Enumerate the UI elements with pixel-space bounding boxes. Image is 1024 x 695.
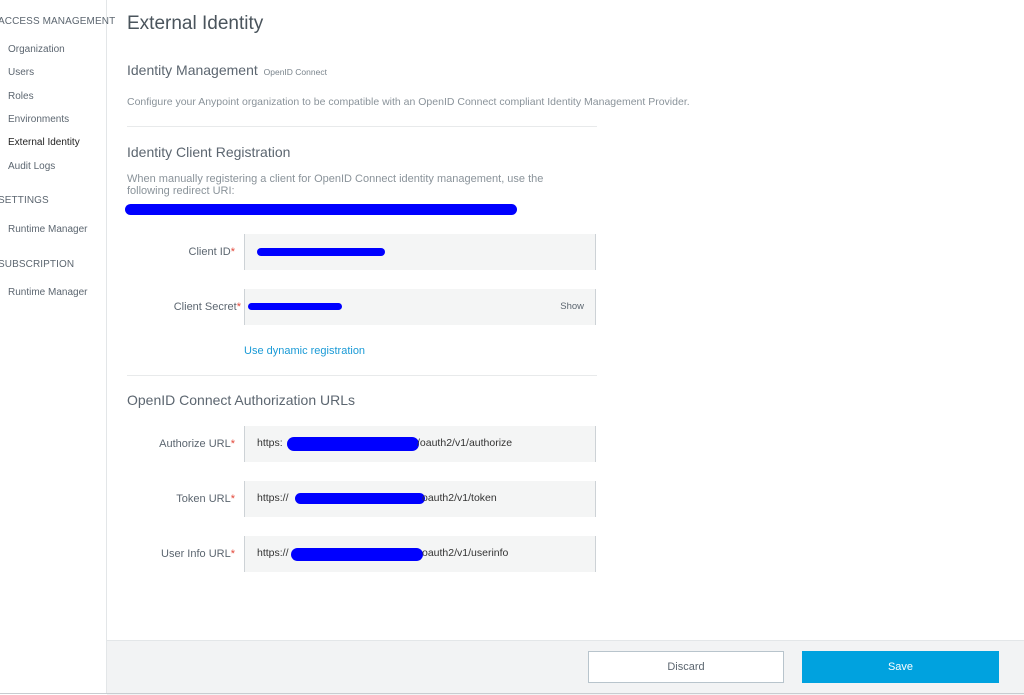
token-url-label-text: Token URL <box>176 493 231 505</box>
identity-management-subtitle: OpenID Connect <box>263 67 327 77</box>
redacted-token-host <box>295 493 425 504</box>
redacted-redirect-uri <box>125 204 517 215</box>
required-mark: * <box>236 301 241 313</box>
identity-management-description: Configure your Anypoint organization to … <box>127 96 690 108</box>
required-mark: * <box>230 246 235 258</box>
client-secret-label: Client Secret* <box>107 301 241 313</box>
userinfo-url-label-text: User Info URL <box>161 548 231 560</box>
authorize-url-label-text: Authorize URL <box>159 438 231 450</box>
authorize-url-suffix: /oauth2/v1/authorize <box>417 437 513 449</box>
identity-management-title: Identity Management <box>127 62 258 78</box>
sidebar-item-roles[interactable]: Roles <box>8 91 34 102</box>
page-title: External Identity <box>127 13 264 34</box>
token-url-label: Token URL* <box>107 493 235 505</box>
sidebar-section-subscription: SUBSCRIPTION <box>0 259 75 270</box>
client-secret-field[interactable]: Show <box>244 289 596 325</box>
form-footer: Discard Save <box>107 640 1024 695</box>
sidebar: ACCESS MANAGEMENT Organization Users Rol… <box>0 0 115 694</box>
sidebar-item-subscription-runtime-manager[interactable]: Runtime Manager <box>8 287 87 298</box>
authorize-url-prefix: https: <box>257 437 283 449</box>
dynamic-registration-link[interactable]: Use dynamic registration <box>244 345 365 357</box>
client-registration-heading: Identity Client Registration <box>127 144 291 160</box>
authorize-url-field[interactable]: https: /oauth2/v1/authorize <box>244 426 596 462</box>
sidebar-section-settings: SETTINGS <box>0 195 49 206</box>
sidebar-item-external-identity[interactable]: External Identity <box>8 137 80 148</box>
section-divider <box>127 126 597 127</box>
required-mark: * <box>230 493 235 505</box>
userinfo-url-suffix: oauth2/v1/userinfo <box>422 547 509 559</box>
sidebar-item-settings-runtime-manager[interactable]: Runtime Manager <box>8 224 87 235</box>
sidebar-item-users[interactable]: Users <box>8 67 34 78</box>
client-id-label: Client ID* <box>107 246 235 258</box>
authorization-urls-heading: OpenID Connect Authorization URLs <box>127 392 356 408</box>
userinfo-url-prefix: https:// <box>257 547 289 559</box>
client-id-label-text: Client ID <box>188 246 231 258</box>
redacted-authorize-host <box>287 437 419 451</box>
token-url-field[interactable]: https:// oauth2/v1/token <box>244 481 596 517</box>
section-divider <box>127 375 597 376</box>
sidebar-item-audit-logs[interactable]: Audit Logs <box>8 161 55 172</box>
client-secret-label-text: Client Secret <box>173 301 237 313</box>
save-button[interactable]: Save <box>802 651 999 683</box>
client-id-field[interactable] <box>244 234 596 270</box>
required-mark: * <box>230 438 235 450</box>
identity-management-heading: Identity Management OpenID Connect <box>127 62 327 78</box>
main-content: External Identity Identity Management Op… <box>107 0 1024 694</box>
userinfo-url-label: User Info URL* <box>107 548 235 560</box>
redacted-client-id <box>257 248 385 256</box>
token-url-prefix: https:// <box>257 492 289 504</box>
redirect-uri-note: When manually registering a client for O… <box>127 173 544 197</box>
redacted-client-secret <box>248 303 342 310</box>
redacted-userinfo-host <box>291 548 423 561</box>
required-mark: * <box>230 548 235 560</box>
sidebar-item-environments[interactable]: Environments <box>8 114 69 125</box>
sidebar-section-access-management: ACCESS MANAGEMENT <box>0 16 116 27</box>
token-url-suffix: oauth2/v1/token <box>422 492 497 504</box>
userinfo-url-field[interactable]: https:// oauth2/v1/userinfo <box>244 536 596 572</box>
show-secret-toggle[interactable]: Show <box>560 301 584 312</box>
authorize-url-label: Authorize URLAuthorize URL* <box>107 438 235 450</box>
discard-button[interactable]: Discard <box>588 651 784 683</box>
sidebar-item-organization[interactable]: Organization <box>8 44 65 55</box>
